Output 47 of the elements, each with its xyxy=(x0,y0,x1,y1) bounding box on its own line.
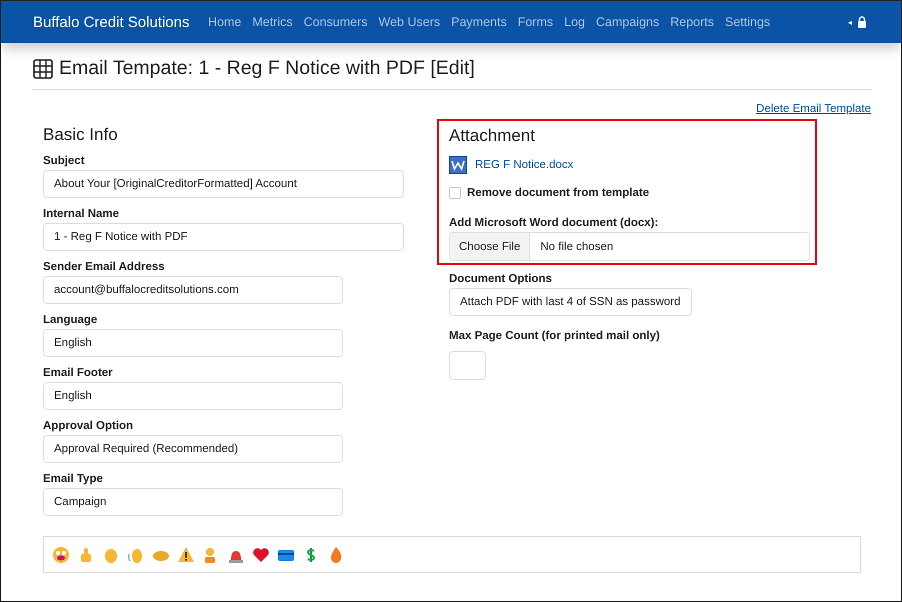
input-field[interactable]: Approval Required (Recommended) xyxy=(43,435,343,463)
file-link[interactable]: REG F Notice.docx xyxy=(475,159,574,171)
face-icon[interactable] xyxy=(52,546,70,564)
nav-link[interactable]: Log xyxy=(564,15,585,29)
field-label: Language xyxy=(43,314,98,326)
field-label: Subject xyxy=(43,155,86,167)
nav-link[interactable]: Web Users xyxy=(378,15,440,29)
delete-link[interactable]: Delete Email Template xyxy=(756,103,871,115)
heart-icon[interactable] xyxy=(252,546,270,564)
field-label: Approval Option xyxy=(43,420,134,432)
section-heading: Attachment xyxy=(449,126,536,146)
input-field[interactable]: English xyxy=(43,382,343,410)
choose-file-button[interactable]: Choose File xyxy=(450,233,530,260)
nav-link[interactable]: Reports xyxy=(670,15,714,29)
nav-link[interactable]: Forms xyxy=(518,15,554,29)
file-input[interactable]: Choose File No file chosen xyxy=(449,232,810,261)
field-label: Document Options xyxy=(449,273,553,285)
file-status: No file chosen xyxy=(539,240,614,254)
word-document-icon xyxy=(449,156,467,174)
section-heading: Basic Info xyxy=(43,125,119,145)
field-label: Internal Name xyxy=(43,208,120,220)
grid-icon xyxy=(33,58,53,78)
field-label: Max Page Count (for printed mail only) xyxy=(449,330,661,342)
input-field[interactable]: Campaign xyxy=(43,488,343,516)
input-field[interactable]: About Your [OriginalCreditorFormatted] Account xyxy=(43,170,404,198)
input-field[interactable]: English xyxy=(43,329,343,357)
nav-link[interactable]: Home xyxy=(208,15,242,29)
nav-link[interactable]: Consumers xyxy=(304,15,368,29)
nav-link[interactable]: Campaigns xyxy=(596,15,660,29)
field-label: Sender Email Address xyxy=(43,261,166,273)
warning-icon[interactable] xyxy=(177,546,195,564)
input-field[interactable]: 1 - Reg F Notice with PDF xyxy=(43,223,404,251)
caret-icon[interactable]: ◂ xyxy=(848,18,852,26)
field-label: Email Type xyxy=(43,473,104,485)
nav-link[interactable]: Metrics xyxy=(252,15,293,29)
field-label: Add Microsoft Word document (docx): xyxy=(449,217,660,229)
lock-icon[interactable] xyxy=(857,16,867,28)
nav-link[interactable]: Payments xyxy=(451,15,507,29)
nav-link[interactable]: Settings xyxy=(725,15,770,29)
brand-name[interactable]: Buffalo Credit Solutions xyxy=(33,14,190,30)
field-label: Email Footer xyxy=(43,367,114,379)
input-field[interactable]: account@buffalocreditsolutions.com xyxy=(43,276,343,304)
page-title: Email Tempate: 1 - Reg F Notice with PDF [Edit] xyxy=(59,57,475,80)
select-field[interactable]: Attach PDF with last 4 of SSN as password xyxy=(449,288,692,316)
checkbox-label: Remove document from template xyxy=(467,187,650,199)
checkbox[interactable] xyxy=(449,187,461,199)
input-field[interactable] xyxy=(449,351,486,380)
